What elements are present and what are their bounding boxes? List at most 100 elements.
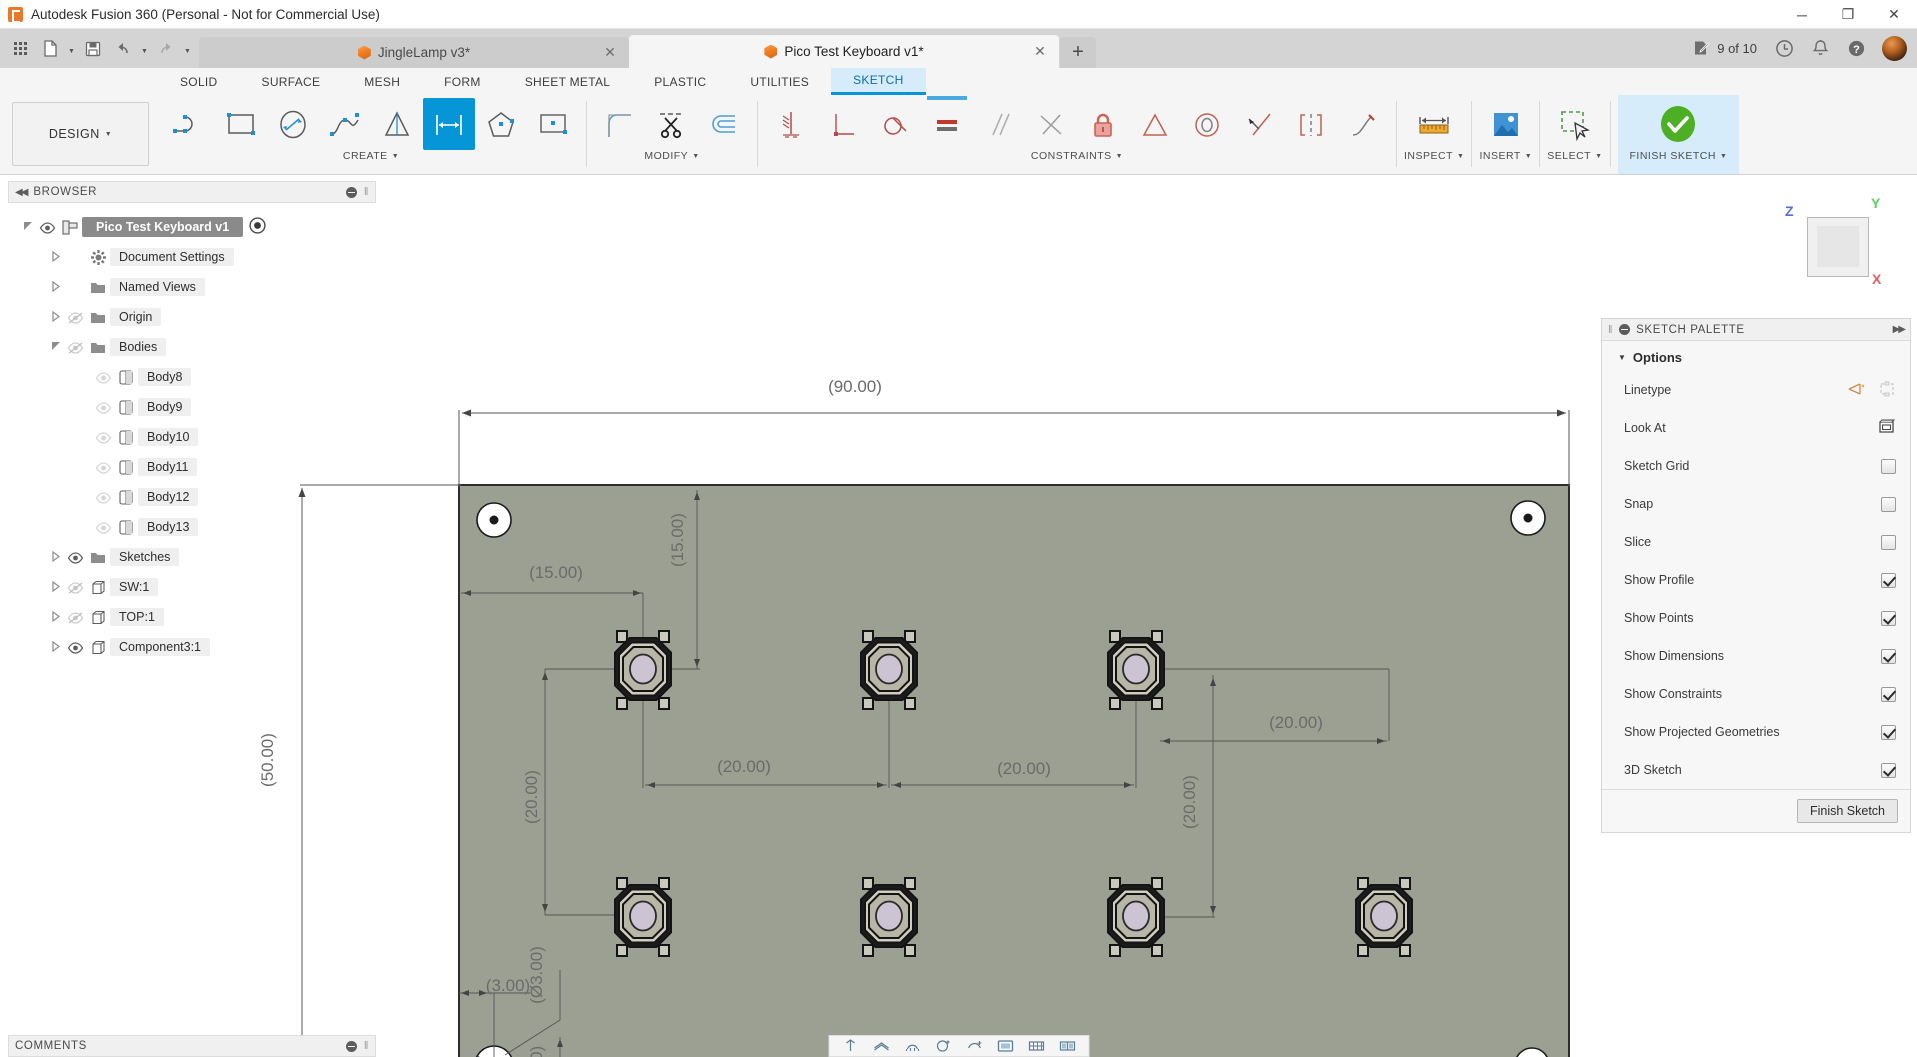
tool-trim-scissors[interactable] xyxy=(646,98,698,150)
key-switch[interactable] xyxy=(860,877,918,957)
option-row-look-at[interactable]: Look At xyxy=(1602,409,1910,447)
option-checkbox[interactable] xyxy=(1881,572,1896,588)
fit-icon[interactable] xyxy=(960,1036,988,1056)
browser-item-top-1[interactable]: TOP:1 xyxy=(8,602,376,632)
key-switch[interactable] xyxy=(860,630,918,710)
close-button[interactable]: ✕ xyxy=(1871,0,1917,29)
option-row-show-dimensions[interactable]: Show Dimensions xyxy=(1602,637,1910,675)
options-section-header[interactable]: ▼ Options xyxy=(1602,341,1910,371)
ribbon-group-label-modify[interactable]: MODIFY ▼ xyxy=(644,150,699,162)
grid-settings-icon[interactable] xyxy=(1022,1036,1050,1056)
collapse-panel-icon[interactable] xyxy=(345,186,357,198)
tool-offset[interactable] xyxy=(698,98,750,150)
tool-coincident[interactable] xyxy=(765,98,817,150)
ribbon-tab-plastic[interactable]: PLASTIC xyxy=(632,68,728,95)
visibility-eye-icon[interactable] xyxy=(64,640,86,655)
history-button[interactable] xyxy=(1767,34,1802,64)
view-cube[interactable]: TOP Z Y X xyxy=(1781,195,1891,291)
expand-arrow-right-icon[interactable] xyxy=(48,280,64,294)
tool-sketch-dimension[interactable] xyxy=(423,98,475,150)
expand-arrow-right-icon[interactable] xyxy=(48,610,64,624)
option-row-slice[interactable]: Slice xyxy=(1602,523,1910,561)
visibility-eye-icon[interactable] xyxy=(36,220,58,235)
dimension-first-key-y[interactable]: (15.00) xyxy=(668,513,688,567)
collapse-panel-icon[interactable] xyxy=(345,1040,357,1052)
ribbon-tab-sketch[interactable]: SKETCH xyxy=(831,68,926,95)
tool-spline[interactable] xyxy=(319,98,371,150)
browser-item-body8[interactable]: Body8 xyxy=(8,362,376,392)
tool-polygon[interactable] xyxy=(475,98,527,150)
option-checkbox[interactable] xyxy=(1881,534,1896,550)
save-icon[interactable] xyxy=(79,35,107,63)
browser-item-sw-1[interactable]: SW:1 xyxy=(8,572,376,602)
ribbon-tab-surface[interactable]: SURFACE xyxy=(240,68,343,95)
visibility-eye-icon[interactable] xyxy=(92,400,114,415)
expand-arrow-right-icon[interactable] xyxy=(48,250,64,264)
job-status-button[interactable]: 9 of 10 xyxy=(1685,34,1765,64)
tool-symmetry[interactable] xyxy=(1285,98,1337,150)
ribbon-group-finish-sketch[interactable]: FINISH SKETCH ▼ xyxy=(1617,95,1740,174)
option-checkbox[interactable] xyxy=(1881,610,1896,626)
option-row-linetype[interactable]: Linetype xyxy=(1602,371,1910,409)
view-cube-top-face[interactable]: TOP xyxy=(1807,217,1869,277)
tool-insert-image[interactable] xyxy=(1480,98,1532,150)
visibility-eye-icon[interactable] xyxy=(64,580,86,595)
document-tab-jinglelamp[interactable]: JingleLamp v3* ✕ xyxy=(199,37,629,68)
option-row-show-profile[interactable]: Show Profile xyxy=(1602,561,1910,599)
tool-concentric[interactable] xyxy=(1181,98,1233,150)
dimension-key-spacing-x-2[interactable]: (20.00) xyxy=(997,759,1051,779)
collapse-left-icon[interactable]: ◀◀ xyxy=(15,187,28,198)
expand-arrow-down-icon[interactable] xyxy=(48,341,64,354)
option-checkbox[interactable] xyxy=(1881,648,1896,664)
dimension-row-spacing-left[interactable]: (20.00) xyxy=(522,770,542,824)
key-switch[interactable] xyxy=(1107,630,1165,710)
zoom-window-icon[interactable] xyxy=(929,1036,957,1056)
tool-fillet[interactable] xyxy=(594,98,646,150)
viewports-icon[interactable] xyxy=(1053,1036,1081,1056)
new-tab-button[interactable]: + xyxy=(1060,37,1096,68)
browser-item-origin[interactable]: Origin xyxy=(8,302,376,332)
expand-arrow-right-icon[interactable] xyxy=(48,550,64,564)
ribbon-group-label-constraints[interactable]: CONSTRAINTS ▼ xyxy=(1031,150,1123,162)
dimension-hole-diameter[interactable]: (Ø3.00) xyxy=(527,946,547,1004)
option-checkbox[interactable] xyxy=(1881,458,1896,474)
browser-item-body11[interactable]: Body11 xyxy=(8,452,376,482)
ribbon-tab-form[interactable]: FORM xyxy=(422,68,503,95)
collapse-panel-icon[interactable] xyxy=(1619,324,1631,335)
linetype-construction-icon[interactable] xyxy=(1878,381,1896,400)
key-switch[interactable] xyxy=(614,877,672,957)
look-at-icon[interactable] xyxy=(1877,418,1896,438)
browser-item-body12[interactable]: Body12 xyxy=(8,482,376,512)
ribbon-tab-mesh[interactable]: MESH xyxy=(342,68,422,95)
browser-item-body9[interactable]: Body9 xyxy=(8,392,376,422)
option-checkbox[interactable] xyxy=(1881,724,1896,740)
dimension-hole-offset-x[interactable]: (3.00) xyxy=(486,976,530,996)
orbit-icon[interactable] xyxy=(836,1036,864,1056)
maximize-button[interactable]: ❐ xyxy=(1825,0,1871,29)
user-avatar[interactable] xyxy=(1882,36,1907,61)
option-row-show-projected-geometries[interactable]: Show Projected Geometries xyxy=(1602,713,1910,751)
tool-select-window[interactable] xyxy=(1549,98,1601,150)
option-checkbox[interactable] xyxy=(1881,762,1896,778)
tool-arc[interactable] xyxy=(371,98,423,150)
browser-item-document-settings[interactable]: Document Settings xyxy=(8,242,376,272)
ribbon-group-label-inspect[interactable]: INSPECT ▼ xyxy=(1404,150,1464,162)
visibility-eye-icon[interactable] xyxy=(64,310,86,325)
panel-grip-icon[interactable]: ‖ xyxy=(364,186,369,198)
tool-fix-lock[interactable] xyxy=(1077,98,1129,150)
tool-collinear[interactable] xyxy=(1233,98,1285,150)
dimension-key-spacing-x-3[interactable]: (20.00) xyxy=(1269,713,1323,733)
visibility-eye-icon[interactable] xyxy=(64,610,86,625)
browser-item-body10[interactable]: Body10 xyxy=(8,422,376,452)
option-checkbox[interactable] xyxy=(1881,686,1896,702)
ribbon-tab-sheet-metal[interactable]: SHEET METAL xyxy=(503,68,633,95)
new-document-icon[interactable] xyxy=(36,35,64,63)
key-switch[interactable] xyxy=(614,630,672,710)
dimension-row-spacing-right[interactable]: (20.00) xyxy=(1180,775,1200,829)
browser-item-pico-test-keyboard-v1[interactable]: Pico Test Keyboard v1 xyxy=(8,212,376,242)
browser-item-component3-1[interactable]: Component3:1 xyxy=(8,632,376,662)
tool-parallel[interactable] xyxy=(973,98,1025,150)
redo-icon[interactable] xyxy=(152,35,180,63)
close-tab-icon[interactable]: ✕ xyxy=(1031,43,1049,61)
tool-measure[interactable] xyxy=(1408,98,1460,150)
